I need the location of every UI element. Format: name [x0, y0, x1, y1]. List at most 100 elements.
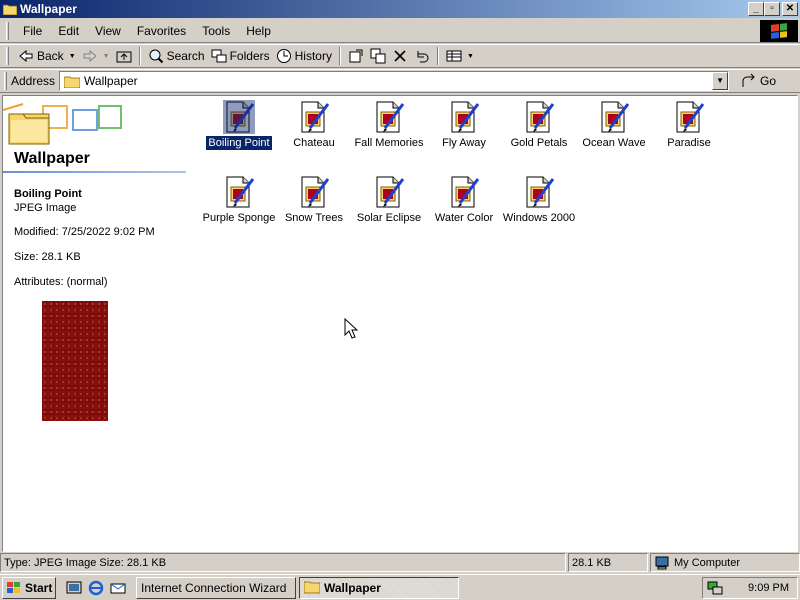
- maximize-button[interactable]: ▫: [764, 2, 780, 16]
- folders-button[interactable]: Folders: [208, 46, 273, 66]
- file-label: Chateau: [293, 137, 335, 149]
- address-value: Wallpaper: [84, 74, 138, 88]
- file-fly-away[interactable]: Fly Away: [424, 100, 504, 150]
- file-label: Solar Eclipse: [356, 212, 422, 224]
- toolbar-separator: [436, 47, 439, 65]
- jpeg-file-icon: [298, 175, 330, 209]
- menu-view[interactable]: View: [87, 24, 129, 38]
- jpeg-file-icon: [298, 100, 330, 134]
- network-icon[interactable]: [707, 580, 723, 596]
- title-bar[interactable]: Wallpaper _ ▫ ✕: [0, 0, 800, 18]
- address-grip[interactable]: [4, 72, 7, 90]
- folder-icon: [63, 75, 81, 88]
- views-icon: [446, 48, 462, 64]
- file-water-color[interactable]: Water Color: [424, 175, 504, 225]
- address-input[interactable]: Wallpaper ▼: [59, 71, 730, 91]
- menu-bar: File Edit View Favorites Tools Help: [0, 19, 800, 43]
- file-label: Ocean Wave: [582, 137, 646, 149]
- move-to-icon: [348, 48, 364, 64]
- address-bar: Address Wallpaper ▼ Go: [0, 69, 800, 93]
- start-button[interactable]: Start: [2, 576, 56, 599]
- jpeg-file-icon: [448, 100, 480, 134]
- search-button[interactable]: Search: [145, 46, 208, 66]
- file-purple-sponge[interactable]: Purple Sponge: [199, 175, 279, 225]
- history-button[interactable]: History: [273, 46, 335, 66]
- file-snow-trees[interactable]: Snow Trees: [274, 175, 354, 225]
- file-windows-2000[interactable]: Windows 2000: [499, 175, 579, 225]
- copy-to-button[interactable]: [367, 46, 389, 66]
- zone-label: My Computer: [674, 556, 741, 569]
- search-label: Search: [166, 49, 205, 63]
- delete-button[interactable]: [389, 46, 411, 66]
- quick-launch: [66, 580, 126, 596]
- toolbar-separator: [338, 47, 341, 65]
- views-button[interactable]: ▼: [443, 46, 477, 66]
- menu-file[interactable]: File: [15, 24, 50, 38]
- status-info: Type: JPEG Image Size: 28.1 KB: [0, 553, 566, 572]
- file-label: Boiling Point: [205, 135, 273, 151]
- minimize-button[interactable]: _: [748, 2, 764, 16]
- address-label: Address: [11, 74, 56, 88]
- file-boiling-point[interactable]: Boiling Point: [199, 100, 279, 151]
- jpeg-file-icon: [223, 100, 255, 134]
- file-solar-eclipse[interactable]: Solar Eclipse: [349, 175, 429, 225]
- back-arrow-icon: [18, 48, 34, 64]
- menu-edit[interactable]: Edit: [50, 24, 87, 38]
- up-folder-button[interactable]: [113, 46, 135, 66]
- go-button[interactable]: Go: [741, 73, 776, 89]
- folders-icon: [211, 48, 227, 64]
- task-wallpaper[interactable]: Wallpaper: [299, 576, 459, 599]
- forward-arrow-icon: [82, 48, 98, 64]
- views-dropdown-icon[interactable]: ▼: [467, 53, 474, 60]
- go-label: Go: [760, 74, 777, 88]
- task-label: Wallpaper: [324, 580, 381, 595]
- pane-title: Wallpaper: [14, 150, 90, 167]
- move-to-button[interactable]: [345, 46, 367, 66]
- web-view-pane: Wallpaper Boiling Point JPEG Image Modif…: [3, 96, 189, 551]
- selected-file-type: JPEG Image: [14, 202, 77, 214]
- undo-button[interactable]: [411, 46, 433, 66]
- task-label: Internet Connection Wizard: [141, 580, 287, 595]
- status-zone: My Computer: [650, 553, 800, 572]
- status-size: 28.1 KB: [568, 553, 648, 572]
- outlook-express-icon[interactable]: [110, 580, 126, 596]
- file-chateau[interactable]: Chateau: [274, 100, 354, 150]
- delete-icon: [392, 48, 408, 64]
- folder-banner-icon: [3, 100, 123, 152]
- back-label: Back: [37, 49, 64, 63]
- address-dropdown-icon[interactable]: ▼: [712, 72, 729, 90]
- toolbar-separator: [138, 47, 141, 65]
- folders-label: Folders: [229, 49, 270, 63]
- file-gold-petals[interactable]: Gold Petals: [499, 100, 579, 150]
- undo-icon: [414, 48, 430, 64]
- status-bar: Type: JPEG Image Size: 28.1 KB 28.1 KB M…: [0, 553, 800, 573]
- folder-view[interactable]: Wallpaper Boiling Point JPEG Image Modif…: [2, 95, 798, 552]
- internet-explorer-icon[interactable]: [88, 580, 104, 596]
- jpeg-file-icon: [373, 100, 405, 134]
- menu-favorites[interactable]: Favorites: [129, 24, 194, 38]
- my-computer-icon: [654, 555, 670, 571]
- menu-help[interactable]: Help: [238, 24, 279, 38]
- back-dropdown-icon[interactable]: ▼: [69, 53, 76, 60]
- history-icon: [276, 48, 292, 64]
- jpeg-file-icon: [523, 100, 555, 134]
- menu-tools[interactable]: Tools: [194, 24, 238, 38]
- file-ocean-wave[interactable]: Ocean Wave: [574, 100, 654, 150]
- clock[interactable]: 9:09 PM: [748, 582, 789, 594]
- forward-button[interactable]: ▼: [79, 46, 113, 66]
- windows-flag-icon: [6, 580, 22, 596]
- folder-icon: [303, 580, 321, 596]
- back-button[interactable]: Back ▼: [15, 46, 79, 66]
- jpeg-file-icon: [448, 175, 480, 209]
- close-button[interactable]: ✕: [782, 2, 798, 16]
- selected-file-modified: Modified: 7/25/2022 9:02 PM: [14, 226, 155, 238]
- forward-dropdown-icon[interactable]: ▼: [103, 53, 110, 60]
- file-fall-memories[interactable]: Fall Memories: [349, 100, 429, 150]
- file-paradise[interactable]: Paradise: [649, 100, 729, 150]
- file-label: Gold Petals: [510, 137, 568, 149]
- menu-grip[interactable]: [6, 21, 9, 40]
- task-internet-connection-wizard[interactable]: Internet Connection Wizard: [136, 576, 296, 599]
- mouse-pointer-icon: [344, 317, 359, 340]
- show-desktop-icon[interactable]: [66, 580, 82, 596]
- toolbar-grip[interactable]: [6, 47, 9, 65]
